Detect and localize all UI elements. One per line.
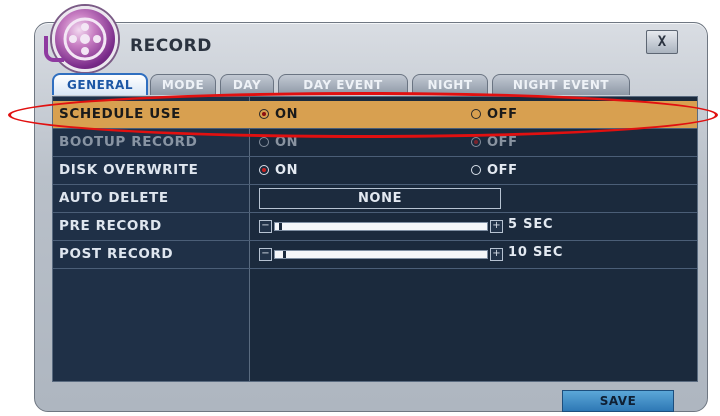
disk-overwrite-row: DISK OVERWRITE ON OFF [53, 157, 697, 185]
minus-icon[interactable]: − [259, 220, 272, 233]
settings-panel: SCHEDULE USE ON OFF BOOTUP RECORD ON OFF… [52, 96, 698, 382]
post-record-label: POST RECORD [59, 246, 174, 262]
save-button[interactable]: SAVE [562, 390, 674, 412]
auto-delete-label: AUTO DELETE [59, 190, 169, 206]
plus-icon[interactable]: + [490, 220, 503, 233]
bootup-record-off-label: OFF [487, 135, 518, 150]
pre-record-label: PRE RECORD [59, 218, 162, 234]
slider-fill [283, 251, 286, 258]
auto-delete-row: AUTO DELETE NONE [53, 185, 697, 213]
radio-selected-icon [471, 137, 481, 147]
radio-unselected-icon [471, 165, 481, 175]
minus-icon[interactable]: − [259, 248, 272, 261]
disk-overwrite-on-label: ON [275, 163, 299, 178]
close-button[interactable]: X [646, 30, 678, 54]
pre-record-value: 5 SEC [508, 217, 554, 232]
tab-night-event[interactable]: NIGHT EVENT [492, 74, 630, 95]
slider-track[interactable] [274, 250, 488, 259]
tab-general[interactable]: GENERAL [52, 73, 148, 95]
film-strip-decoration [44, 36, 64, 62]
auto-delete-select[interactable]: NONE [259, 188, 501, 209]
post-record-value: 10 SEC [508, 245, 564, 260]
post-record-row: POST RECORD − + 10 SEC [53, 241, 697, 269]
radio-unselected-icon [259, 137, 269, 147]
disk-overwrite-off-radio[interactable]: OFF [471, 157, 518, 184]
disk-overwrite-label: DISK OVERWRITE [59, 162, 199, 178]
slider-fill [279, 223, 282, 230]
tab-day[interactable]: DAY [220, 74, 274, 95]
annotation-highlight-ellipse [8, 92, 718, 138]
window-title: RECORD [130, 36, 212, 56]
radio-selected-icon [259, 165, 269, 175]
disk-overwrite-off-label: OFF [487, 163, 518, 178]
slider-track[interactable] [274, 222, 488, 231]
tab-mode[interactable]: MODE [150, 74, 216, 95]
pre-record-row: PRE RECORD − + 5 SEC [53, 213, 697, 241]
disk-overwrite-on-radio[interactable]: ON [259, 157, 298, 184]
plus-icon[interactable]: + [490, 248, 503, 261]
